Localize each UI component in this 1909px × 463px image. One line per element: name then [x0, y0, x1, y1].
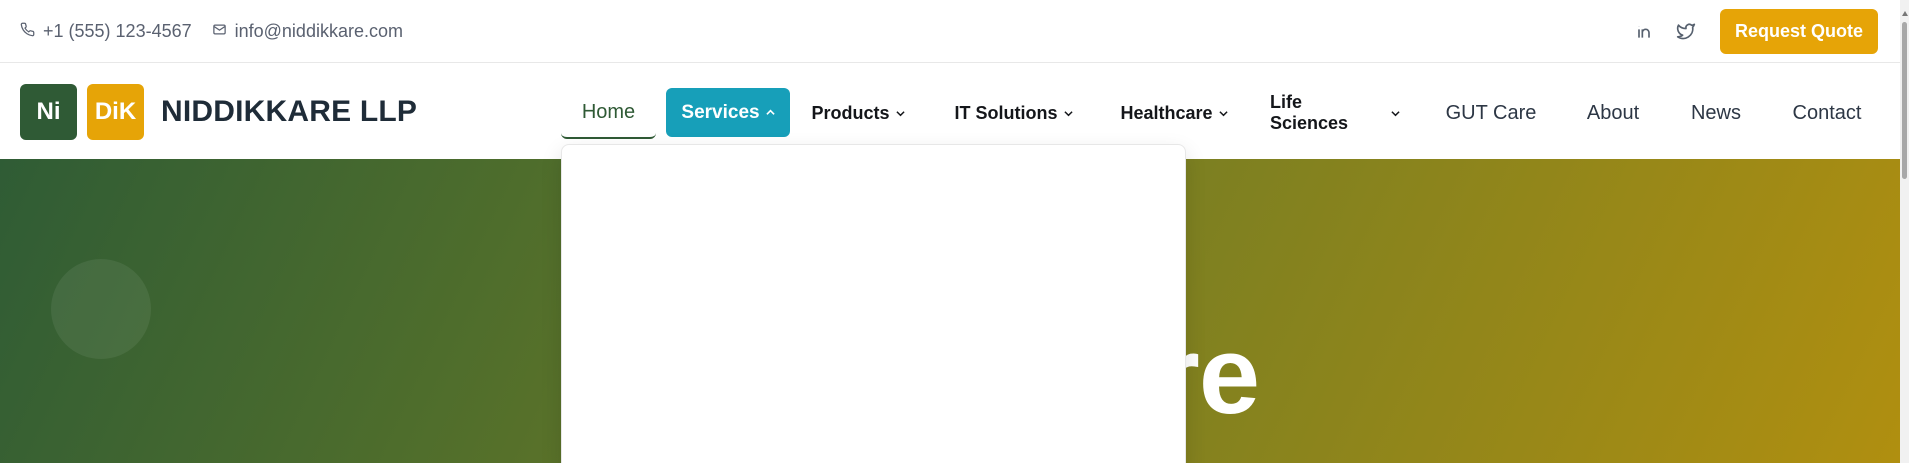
nav-about-label: About	[1586, 101, 1640, 124]
twitter-icon[interactable]	[1674, 19, 1698, 43]
vertical-scrollbar[interactable]	[1900, 0, 1909, 463]
chevron-down-icon	[1218, 110, 1228, 116]
scrollbar-thumb[interactable]	[1902, 22, 1907, 179]
mail-icon	[212, 21, 227, 42]
top-contact-bar: +1 (555) 123-4567 info@niddikkare.com Re…	[0, 0, 1900, 63]
nav-life-sciences-label: Life Sciences	[1270, 92, 1349, 133]
nav-gut-care-label: GUT Care	[1445, 101, 1537, 124]
nav-about[interactable]: About	[1573, 88, 1653, 138]
nav-healthcare-label: Healthcare	[1120, 102, 1213, 123]
nav-services[interactable]: Services	[666, 88, 790, 137]
company-name: NIDDIKKARE LLP	[161, 95, 418, 128]
page: +1 (555) 123-4567 info@niddikkare.com Re…	[0, 0, 1909, 463]
email-address: info@niddikkare.com	[234, 20, 403, 41]
chevron-down-icon	[1391, 110, 1400, 116]
phone-contact[interactable]: +1 (555) 123-4567	[20, 21, 192, 42]
nav-products[interactable]: Products	[808, 88, 908, 138]
nav-home-label: Home	[581, 101, 636, 123]
nav-contact-label: Contact	[1792, 101, 1862, 124]
logo-ni-mark: Ni	[20, 84, 77, 140]
nav-healthcare[interactable]: Healthcare	[1115, 88, 1233, 138]
scroll-up-arrow-icon[interactable]	[1902, 11, 1908, 16]
nav-products-label: Products	[811, 102, 890, 123]
chevron-up-icon	[765, 109, 775, 115]
nav-it-solutions-label: IT Solutions	[954, 102, 1058, 123]
services-dropdown-menu[interactable]	[561, 144, 1186, 463]
contact-info: +1 (555) 123-4567 info@niddikkare.com	[20, 21, 403, 42]
phone-icon	[20, 21, 35, 42]
chevron-down-icon	[1063, 110, 1073, 116]
nav-contact[interactable]: Contact	[1781, 88, 1873, 138]
linkedin-icon[interactable]	[1632, 19, 1656, 43]
nav-news-label: News	[1690, 101, 1741, 124]
email-contact[interactable]: info@niddikkare.com	[212, 21, 403, 42]
nav-services-label: Services	[681, 101, 760, 123]
request-quote-button[interactable]: Request Quote	[1719, 8, 1878, 54]
brand-logo-link[interactable]: Ni DiK NIDDIKKARE LLP	[20, 84, 417, 140]
top-actions: Request Quote	[1632, 8, 1878, 54]
nav-gut-care[interactable]: GUT Care	[1441, 88, 1541, 138]
hero-decorative-circle	[51, 259, 151, 359]
nav-news[interactable]: News	[1685, 88, 1747, 138]
chevron-down-icon	[895, 110, 905, 116]
phone-number: +1 (555) 123-4567	[43, 20, 192, 41]
logo-dik-mark: DiK	[87, 84, 144, 140]
nav-it-solutions[interactable]: IT Solutions	[951, 88, 1076, 138]
nav-home[interactable]: Home	[561, 88, 656, 139]
nav-life-sciences[interactable]: Life Sciences	[1270, 88, 1400, 138]
